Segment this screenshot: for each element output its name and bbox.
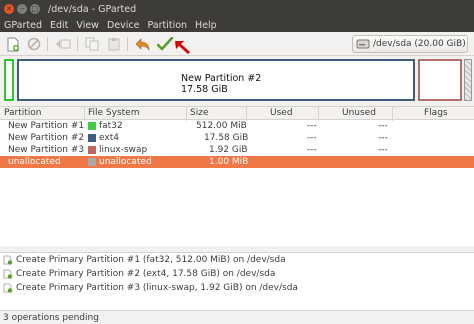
new-icon	[3, 255, 13, 265]
header-used[interactable]: Used	[270, 108, 293, 118]
new-icon	[3, 269, 13, 279]
copy-button[interactable]	[84, 36, 100, 52]
fs-color-swatch	[88, 146, 96, 154]
status-text: 3 operations pending	[3, 312, 99, 323]
checkmark-icon	[157, 37, 173, 51]
cell-size: 1.92 GiB	[209, 145, 248, 155]
cell-partition: New Partition #3	[8, 145, 85, 155]
partition-table: Partition File System Size Used Unused F…	[0, 106, 474, 246]
cell-file-system: fat32	[99, 121, 123, 131]
header-flags[interactable]: Flags	[424, 108, 448, 118]
maximize-icon[interactable]: □	[30, 4, 40, 14]
operation-text: Create Primary Partition #2 (ext4, 17.58…	[16, 269, 276, 279]
window-title: /dev/sda - GParted	[48, 3, 137, 15]
menu-help[interactable]: Help	[191, 20, 221, 31]
menu-view[interactable]: View	[72, 20, 103, 31]
column-divider	[246, 107, 247, 121]
copy-icon	[85, 37, 99, 51]
operation-text: Create Primary Partition #3 (linux-swap,…	[16, 283, 298, 293]
list-item[interactable]: Create Primary Partition #3 (linux-swap,…	[0, 281, 474, 295]
cell-partition: New Partition #2	[8, 133, 85, 143]
menu-edit[interactable]: Edit	[46, 20, 72, 31]
pending-operations-list: Create Primary Partition #1 (fat32, 512.…	[0, 252, 474, 310]
cell-size: 17.58 GiB	[204, 133, 249, 143]
table-row-selected[interactable]: unallocated unallocated 1.00 MiB	[0, 156, 474, 168]
column-divider	[84, 107, 85, 121]
toolbar: /dev/sda (20.00 GiB)	[0, 32, 474, 56]
column-divider	[318, 107, 319, 121]
column-divider	[392, 107, 393, 121]
resize-move-icon	[56, 39, 71, 49]
hard-disk-icon	[356, 39, 370, 49]
delete-icon	[27, 37, 41, 51]
visual-partition-size: 17.58 GiB	[181, 84, 228, 95]
fs-color-swatch	[88, 158, 96, 166]
cell-file-system: ext4	[99, 133, 119, 143]
red-arrow-icon	[175, 41, 190, 54]
title-bar: ✕ − □ /dev/sda - GParted	[0, 0, 474, 18]
paste-button[interactable]	[106, 36, 122, 52]
cell-used: ---	[307, 145, 317, 155]
header-file-system[interactable]: File System	[88, 108, 139, 118]
fs-color-swatch	[88, 134, 96, 142]
cell-partition: unallocated	[8, 157, 61, 167]
cell-size: 1.00 MiB	[209, 157, 249, 167]
table-row[interactable]: New Partition #2 ext4 17.58 GiB --- ---	[0, 132, 474, 144]
visual-partition-name: New Partition #2	[181, 73, 262, 84]
resize-move-button[interactable]	[55, 36, 71, 52]
visual-partition-1[interactable]	[4, 59, 14, 101]
header-size[interactable]: Size	[190, 108, 208, 118]
cell-file-system: unallocated	[99, 157, 152, 167]
column-divider	[186, 107, 187, 121]
table-row[interactable]: New Partition #3 linux-swap 1.92 GiB ---…	[0, 144, 474, 156]
new-partition-button[interactable]	[5, 36, 21, 52]
menu-device[interactable]: Device	[103, 20, 144, 31]
close-icon[interactable]: ✕	[4, 4, 14, 14]
cell-unused: ---	[378, 121, 388, 131]
cell-unused: ---	[378, 145, 388, 155]
list-item[interactable]: Create Primary Partition #2 (ext4, 17.58…	[0, 267, 474, 281]
partition-visual-map: New Partition #2 17.58 GiB	[0, 56, 474, 106]
toolbar-separator	[127, 37, 128, 51]
delete-partition-button[interactable]	[26, 36, 42, 52]
fs-color-swatch	[88, 122, 96, 130]
header-unused[interactable]: Unused	[342, 108, 376, 118]
cell-size: 512.00 MiB	[196, 121, 247, 131]
new-icon	[7, 37, 19, 51]
table-row[interactable]: New Partition #1 fat32 512.00 MiB --- --…	[0, 120, 474, 132]
menu-partition[interactable]: Partition	[143, 20, 191, 31]
toolbar-separator	[77, 37, 78, 51]
list-item[interactable]: Create Primary Partition #1 (fat32, 512.…	[0, 253, 474, 267]
visual-unallocated[interactable]	[464, 59, 472, 101]
undo-button[interactable]	[135, 36, 151, 52]
visual-partition-2[interactable]: New Partition #2 17.58 GiB	[17, 59, 415, 101]
status-bar: 3 operations pending	[0, 310, 474, 324]
toolbar-separator	[47, 37, 48, 51]
device-selector[interactable]: /dev/sda (20.00 GiB)	[352, 35, 468, 53]
menu-bar: GParted Edit View Device Partition Help	[0, 18, 474, 32]
menu-gparted[interactable]: GParted	[0, 20, 46, 31]
apply-button[interactable]	[157, 36, 173, 52]
cell-partition: New Partition #1	[8, 121, 85, 131]
paste-icon	[108, 38, 120, 51]
undo-icon	[135, 38, 150, 51]
device-label: /dev/sda (20.00 GiB)	[373, 39, 466, 49]
new-icon	[3, 283, 13, 293]
cell-file-system: linux-swap	[99, 145, 148, 155]
operation-text: Create Primary Partition #1 (fat32, 512.…	[16, 255, 286, 265]
cell-used: ---	[307, 133, 317, 143]
cell-unused: ---	[378, 133, 388, 143]
minimize-icon[interactable]: −	[17, 4, 27, 14]
table-header: Partition File System Size Used Unused F…	[0, 106, 474, 121]
cell-used: ---	[307, 121, 317, 131]
header-partition[interactable]: Partition	[4, 108, 42, 118]
visual-partition-3[interactable]	[418, 59, 462, 101]
